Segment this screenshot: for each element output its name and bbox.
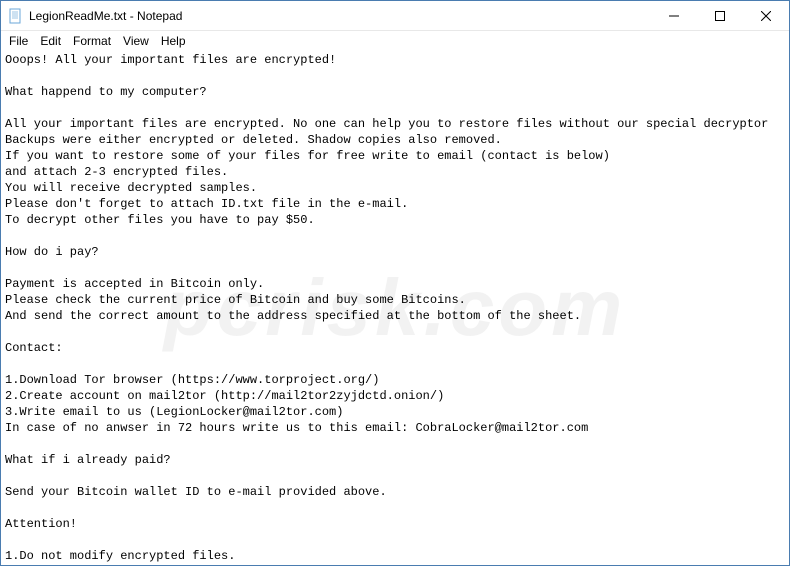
window-title: LegionReadMe.txt - Notepad: [29, 9, 651, 23]
menu-format[interactable]: Format: [67, 33, 117, 49]
notepad-icon: [7, 8, 23, 24]
text-area[interactable]: Ooops! All your important files are encr…: [1, 50, 789, 565]
menu-view[interactable]: View: [117, 33, 155, 49]
maximize-button[interactable]: [697, 1, 743, 30]
menu-edit[interactable]: Edit: [34, 33, 67, 49]
menu-file[interactable]: File: [3, 33, 34, 49]
titlebar: LegionReadMe.txt - Notepad: [1, 1, 789, 31]
document-text: Ooops! All your important files are encr…: [5, 53, 768, 565]
menubar: File Edit Format View Help: [1, 31, 789, 50]
minimize-button[interactable]: [651, 1, 697, 30]
close-button[interactable]: [743, 1, 789, 30]
window-controls: [651, 1, 789, 30]
menu-help[interactable]: Help: [155, 33, 192, 49]
notepad-window: LegionReadMe.txt - Notepad File Edit For…: [0, 0, 790, 566]
